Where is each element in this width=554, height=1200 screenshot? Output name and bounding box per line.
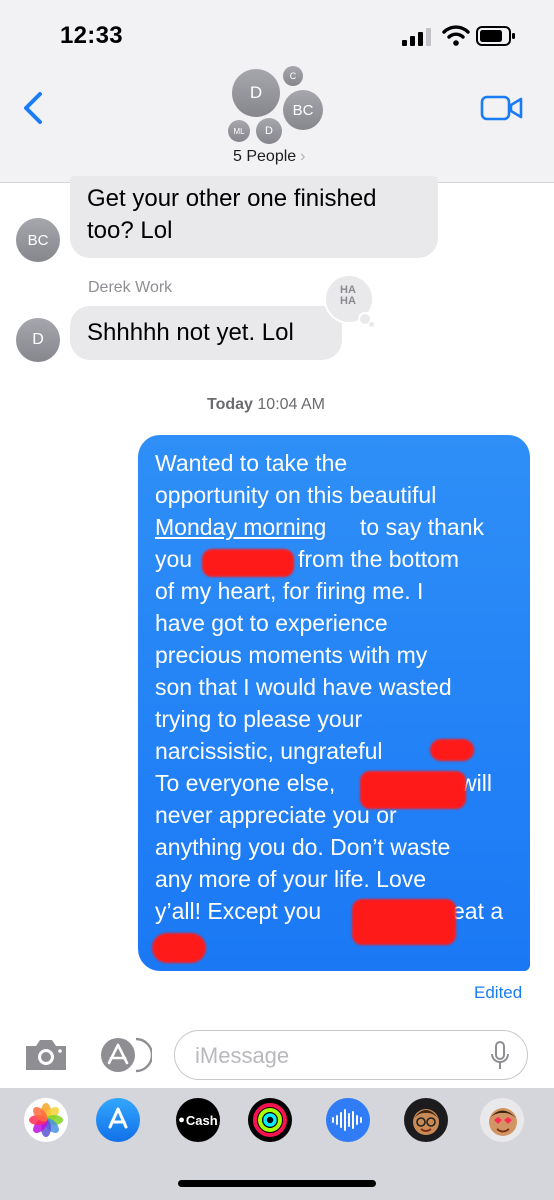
message-text-line: opportunity on this beautiful [155, 482, 437, 508]
memoji-icon[interactable] [404, 1098, 448, 1142]
message-text-line: Get your other one finished [87, 185, 377, 212]
date-detection-link[interactable]: Monday morning [155, 511, 326, 543]
avatar-d-large: D [232, 69, 280, 117]
edited-status[interactable]: Edited [474, 983, 522, 1003]
timestamp-time: 10:04 AM [257, 396, 325, 413]
message-bubble-outgoing[interactable]: Wanted to take the opportunity on this b… [138, 435, 530, 971]
avatar-bc: BC [283, 90, 323, 130]
activity-icon[interactable] [248, 1098, 292, 1142]
message-bubble-incoming[interactable]: Get your other one finished too? Lol [70, 176, 438, 258]
message-text-line: you [155, 546, 193, 572]
message-text-line: Shhhhh not yet. Lol [87, 319, 294, 346]
message-text-line: have got to experience [155, 610, 388, 636]
redaction-mark [430, 739, 474, 761]
back-chevron-icon[interactable] [20, 88, 48, 128]
chevron-right-icon: › [300, 148, 306, 165]
participants-count: 5 People [233, 148, 297, 165]
cash-label: Cash [185, 1112, 218, 1128]
app-store-app-icon[interactable] [96, 1098, 140, 1142]
message-text-line: son that I would have wasted [155, 674, 452, 700]
message-text-line: eat a [452, 898, 504, 924]
message-bubble-incoming[interactable]: Shhhhh not yet. Lol [70, 306, 342, 360]
microphone-icon[interactable] [491, 1041, 509, 1071]
redaction-mark [352, 899, 456, 945]
timestamp-day: Today [207, 396, 253, 413]
cellular-signal-icon [402, 28, 431, 46]
haha-tapback-icon[interactable]: HA HA [322, 272, 374, 328]
status-time: 12:33 [60, 22, 123, 49]
group-avatar-cluster[interactable]: D C BC ML D [220, 60, 330, 146]
message-text-line: y’all! Except you [155, 898, 322, 924]
timestamp: Today 10:04 AM [207, 396, 325, 414]
message-text-line: trying to please your [155, 706, 363, 732]
audio-message-icon[interactable] [326, 1098, 370, 1142]
message-text-line: too? Lol [87, 217, 173, 244]
redaction-mark [360, 771, 466, 809]
avatar-c: C [283, 66, 303, 86]
message-input[interactable] [193, 1039, 477, 1073]
wifi-icon [442, 25, 470, 46]
avatar-d-small: D [256, 118, 282, 144]
message-text-line: to say thank [360, 514, 485, 540]
avatar-ml: ML [228, 120, 250, 142]
message-input-field[interactable] [174, 1030, 528, 1080]
photos-app-icon[interactable] [24, 1098, 68, 1142]
message-text-line: of my heart, for firing me. I [155, 578, 424, 604]
message-text-line: narcissistic, ungrateful [155, 738, 383, 764]
battery-icon [476, 26, 515, 46]
message-text-line: any more of your life. Love [155, 866, 427, 892]
message-text-line: Wanted to take the [155, 450, 348, 476]
conversation-header: 12:33 D C BC ML D 5 People › [0, 0, 554, 183]
message-text-line: precious moments with my [155, 642, 428, 668]
message-text-line: To everyone else, [155, 770, 336, 796]
home-indicator [178, 1180, 376, 1187]
participants-button[interactable]: 5 People › [233, 148, 306, 166]
redaction-mark [202, 549, 294, 577]
apple-logo-icon: ● [178, 1114, 185, 1126]
message-text-line: from the bottom [298, 546, 460, 572]
memoji-stickers-icon[interactable] [480, 1098, 524, 1142]
redaction-mark [152, 933, 206, 963]
app-store-icon[interactable] [96, 1036, 152, 1074]
camera-icon[interactable] [22, 1036, 70, 1074]
sender-name: Derek Work [88, 279, 173, 296]
message-text-line: anything you do. Don’t waste [155, 834, 451, 860]
apple-cash-icon[interactable]: ● Cash [176, 1098, 220, 1142]
tapback-label: HA HA [340, 284, 356, 307]
video-call-icon[interactable] [480, 94, 524, 122]
sender-avatar-d: D [16, 318, 60, 362]
sender-avatar-bc: BC [16, 218, 60, 262]
